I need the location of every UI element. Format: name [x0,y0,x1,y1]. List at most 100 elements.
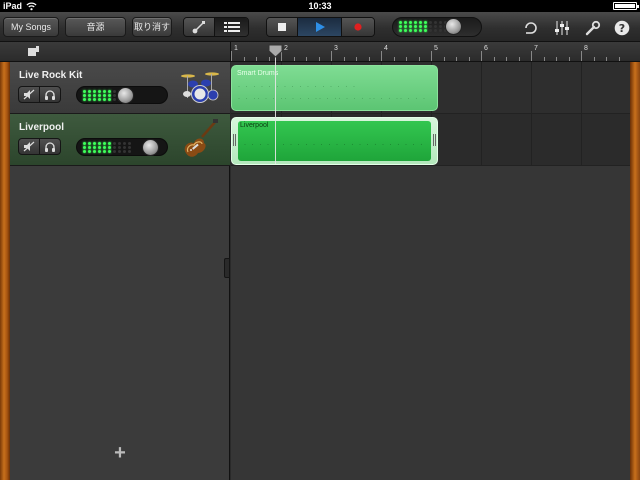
track-header-liverpool[interactable]: Liverpool [10,114,230,166]
level-led [108,94,111,97]
tracks-view-button[interactable] [215,18,248,36]
record-icon [354,23,362,31]
level-led [409,29,412,32]
level-led [404,29,407,32]
solo-button[interactable] [39,86,61,103]
region-notes: · · · · · · · · · · · · · · · · [238,84,357,90]
headphones-icon [45,90,55,100]
ruler-tick [481,51,482,61]
level-led [404,21,407,24]
play-icon [315,22,325,32]
track-volume-slider[interactable] [76,138,168,156]
timeline-area[interactable]: Smart Drums · · · · · · · · · · · · · · … [231,62,630,480]
ruler-tick [468,57,470,61]
instrument-view-button[interactable] [184,18,216,36]
undo-button[interactable]: 取り消す [132,17,172,37]
ruler-tick [443,57,445,61]
level-led [83,150,86,153]
level-led [103,142,106,145]
region-label: Liverpool [240,122,269,129]
settings-wrench-icon[interactable] [585,20,601,36]
level-led [113,146,116,149]
ruler-bar-number: 2 [284,45,288,52]
region-right-handle[interactable] [433,134,436,146]
level-led [123,150,126,153]
instrument-button[interactable]: 音源 [65,17,126,37]
wood-panel-left [0,62,10,480]
ruler-tick [568,57,570,61]
toolbar: My Songs 音源 取り消す ? [0,12,640,42]
wood-panel-right [630,62,640,480]
mute-button[interactable] [18,86,40,103]
loop-browser-icon[interactable] [523,20,539,36]
mixer-icon[interactable] [554,20,570,36]
track-panel-resize-handle[interactable] [224,258,230,278]
level-led [98,98,101,101]
level-led [98,150,101,153]
level-led [88,98,91,101]
ruler-tick [293,57,295,61]
status-bar: iPad 10:33 [0,0,640,12]
ruler-left-area [0,42,230,62]
level-led [399,29,402,32]
ruler-tick [331,51,332,61]
level-led [123,146,126,149]
playhead-handle[interactable] [268,44,283,58]
ruler-tick [593,57,595,61]
level-led [439,29,442,32]
level-led [419,29,422,32]
level-led [88,150,91,153]
solo-button[interactable] [39,138,61,155]
bass-guitar-icon [184,119,218,157]
level-led [113,98,116,101]
level-led [399,25,402,28]
level-led [88,94,91,97]
region-notes: · · · · · · · · · · · · · · · · · · · · … [244,142,425,148]
ruler-tick [406,57,407,61]
ruler-tick [581,51,582,61]
master-volume-knob[interactable] [445,18,462,35]
ruler-bar-number: 6 [484,45,488,52]
track-name: Live Rock Kit [19,70,83,81]
region-liverpool[interactable]: Liverpool · · · · · · · · · · · · · · · … [231,117,438,165]
region-notes: · · ·· · · ·· · · · ·· · ·· · · · ·· · ·… [238,96,427,102]
add-track-button[interactable]: + [110,442,130,465]
my-songs-button[interactable]: My Songs [3,17,59,37]
ruler-bar-number: 7 [534,45,538,52]
ruler-tick [606,57,607,61]
region-left-handle[interactable] [233,134,236,146]
level-led [93,94,96,97]
help-icon[interactable]: ? [614,20,630,36]
master-volume[interactable] [392,17,482,37]
mute-button[interactable] [18,138,40,155]
track-volume-knob[interactable] [142,139,159,156]
record-button[interactable] [341,18,374,36]
level-led [113,142,116,145]
level-led [439,25,442,28]
level-led [399,21,402,24]
level-led [113,90,116,93]
add-section-icon[interactable] [28,46,40,58]
ruler-tick [618,57,620,61]
track-volume-knob[interactable] [117,87,134,104]
ruler-tick [343,57,345,61]
timeline-ruler[interactable]: 1 2 3 4 5 6 7 8 [230,42,640,62]
ruler-tick [556,57,557,61]
ruler-bar-number: 1 [234,45,238,52]
stop-button[interactable] [267,18,299,36]
bar-gridline [531,62,532,166]
ruler-tick [456,57,457,61]
track-volume-slider[interactable] [76,86,168,104]
headphones-icon [45,142,55,152]
level-led [118,142,121,145]
bar-gridline [481,62,482,166]
ruler-bar-number: 8 [584,45,588,52]
track-header-live-rock-kit[interactable]: Live Rock Kit [10,62,230,114]
region-smart-drums[interactable]: Smart Drums · · · · · · · · · · · · · · … [231,65,438,111]
level-led [93,98,96,101]
ruler-tick [518,57,520,61]
drum-kit-icon [181,72,219,103]
play-button[interactable] [298,18,342,36]
level-led [98,90,101,93]
level-led [103,98,106,101]
